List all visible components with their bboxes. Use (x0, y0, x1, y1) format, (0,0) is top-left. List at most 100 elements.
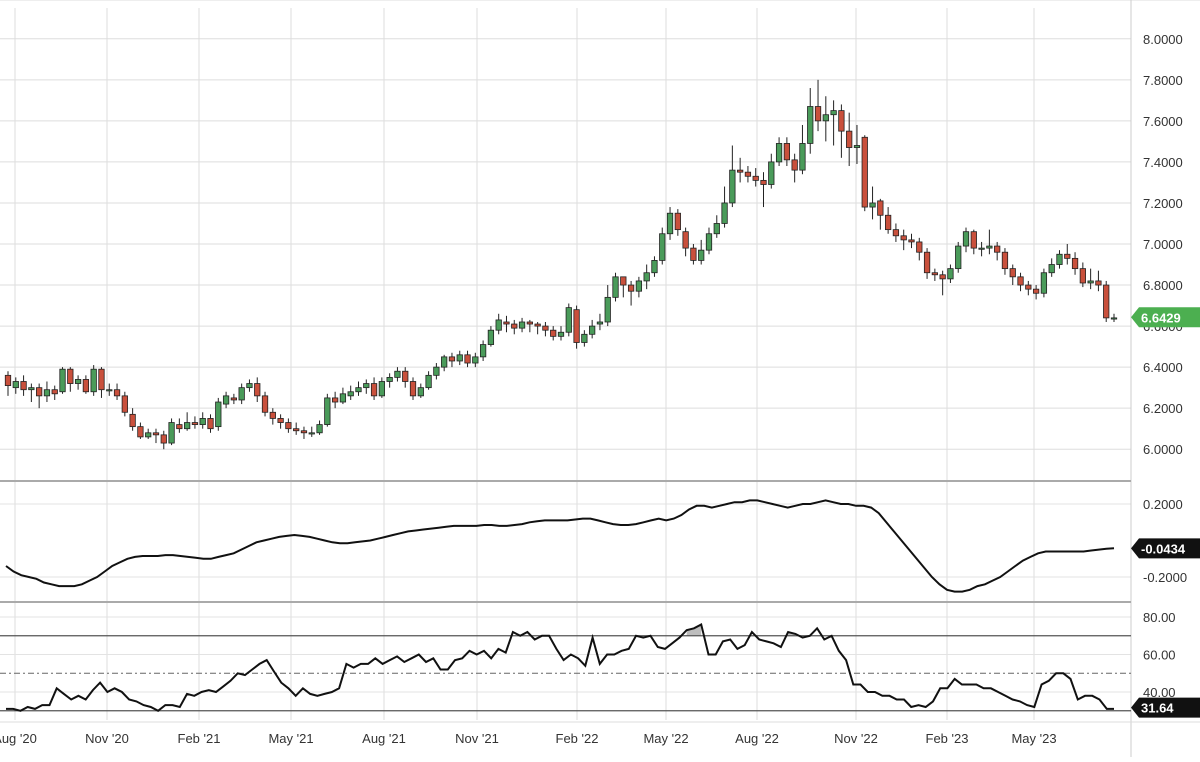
candle-down (573, 309, 580, 343)
candle-down (332, 397, 339, 403)
candle-down (1025, 284, 1032, 290)
rsi-last-badge-text: 31.64 (1141, 701, 1174, 716)
candle-down (285, 422, 292, 430)
x-tick-label: Feb '23 (926, 731, 969, 746)
candle-down (67, 368, 74, 384)
y-tick-label: -0.2000 (1143, 570, 1187, 585)
chart-svg: 6.00006.20006.40006.60006.80007.00007.20… (0, 0, 1200, 757)
candle-up (215, 401, 222, 428)
candle-down (1009, 268, 1016, 278)
candle-down (682, 231, 689, 249)
candle-up (1110, 317, 1118, 320)
candle-down (402, 370, 409, 382)
x-axis-ticks: Aug '20 Nov '20 Feb '21 May '21 Aug '21 Nov '… (0, 731, 1057, 746)
candle-down (892, 229, 900, 237)
candle-down (511, 323, 518, 329)
candle-up (518, 321, 526, 329)
candle-up (479, 344, 487, 358)
candle-down (1095, 280, 1102, 286)
y-tick-label: 6.0000 (1143, 442, 1183, 457)
candle-up (1087, 280, 1094, 284)
x-tick-label: May '21 (268, 731, 313, 746)
candle-down (885, 214, 892, 231)
candle-down (176, 424, 183, 430)
candle-down (300, 430, 308, 434)
candle-down (939, 274, 946, 280)
candle-up (604, 296, 611, 323)
candle-down (674, 212, 681, 231)
oscillator-last-badge-text: -0.0434 (1141, 541, 1186, 556)
candle-down (846, 130, 853, 148)
candle-up (612, 276, 619, 298)
x-tick-label: Nov '21 (455, 731, 499, 746)
candle-up (705, 233, 713, 251)
oscillator-last-badge: -0.0434 (1131, 538, 1200, 559)
candle-up (729, 169, 736, 204)
candle-up (635, 280, 643, 292)
y-tick-label: 0.2000 (1143, 497, 1183, 512)
candle-up (316, 424, 323, 434)
candle-up (830, 110, 837, 116)
candle-down (690, 247, 697, 261)
candle-up (145, 432, 152, 438)
x-tick-label: Feb '21 (178, 731, 221, 746)
candle-up (581, 333, 588, 343)
x-tick-label: Aug '22 (735, 731, 779, 746)
candle-up (947, 268, 954, 280)
candle-down (191, 422, 199, 425)
candle-down (900, 235, 907, 241)
candle-up (596, 321, 604, 325)
candle-down (737, 169, 744, 173)
candle-down (1071, 257, 1079, 270)
candle-down (254, 383, 261, 397)
candle-up (74, 379, 82, 384)
candle-up (589, 325, 596, 335)
rsi-panel (0, 623, 1131, 712)
y-tick-label: 6.8000 (1143, 278, 1183, 293)
y-axis-ticks: 6.00006.20006.40006.60006.80007.00007.20… (1143, 32, 1187, 700)
y-tick-label: 8.0000 (1143, 32, 1183, 47)
y-tick-label: 7.6000 (1143, 114, 1183, 129)
candle-up (775, 143, 783, 163)
candle-down (526, 321, 533, 325)
candle-up (955, 245, 962, 270)
candle-down (1064, 253, 1071, 259)
y-tick-label: 7.8000 (1143, 73, 1183, 88)
candle-up (456, 354, 463, 362)
grid (0, 8, 1131, 720)
candle-down (1001, 251, 1009, 270)
candle-down (160, 434, 167, 444)
y-tick-label: 7.2000 (1143, 196, 1183, 211)
candle-up (659, 233, 666, 261)
candle-down (627, 284, 635, 292)
candle-up (713, 223, 720, 235)
candle-down (1103, 284, 1110, 319)
candle-down (121, 395, 128, 413)
candle-down (98, 368, 105, 391)
oscillator-line (5, 499, 1115, 593)
x-tick-label: Aug '21 (362, 731, 406, 746)
candle-down (448, 356, 456, 362)
candle-up (495, 319, 502, 331)
price-last-badge-text: 6.6429 (1141, 310, 1181, 325)
candle-up (386, 376, 393, 382)
candle-down (814, 106, 822, 122)
candle-down (744, 171, 752, 177)
candle-up (643, 272, 650, 282)
candle-down (1017, 276, 1024, 286)
candle-up (487, 329, 495, 345)
candle-down (760, 179, 767, 185)
candle-up (246, 383, 253, 389)
y-tick-label: 7.0000 (1143, 237, 1183, 252)
y-tick-label: 7.4000 (1143, 155, 1183, 170)
candle-down (207, 418, 214, 430)
candle-up (222, 395, 230, 405)
candle-up (363, 383, 370, 389)
rsi-line (6, 623, 1114, 712)
candle-down (261, 395, 269, 413)
candle-up (986, 245, 993, 249)
candle-down (129, 413, 136, 428)
candle-up (822, 114, 829, 122)
candle-up (378, 381, 385, 397)
candle-up (90, 368, 97, 393)
